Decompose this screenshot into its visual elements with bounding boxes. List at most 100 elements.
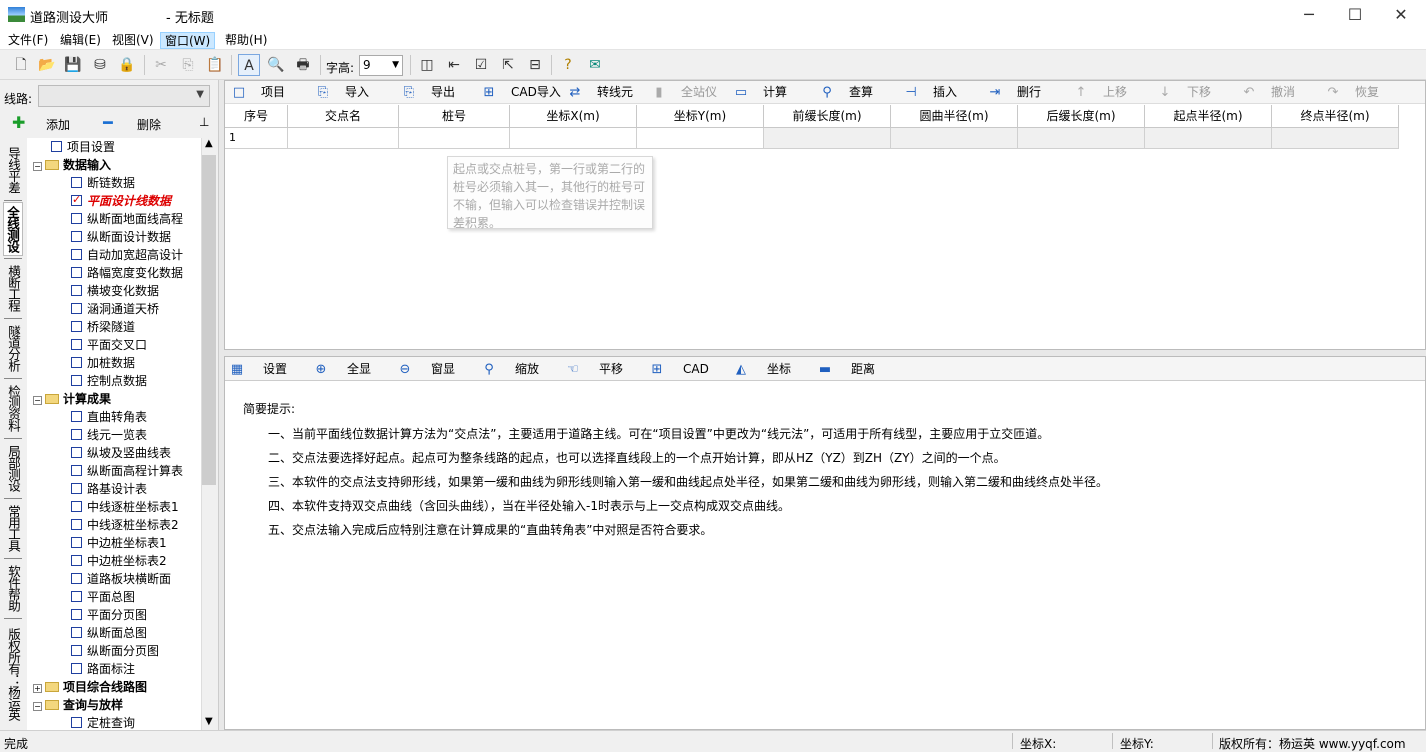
tree-item[interactable]: 平面交叉口 (71, 336, 147, 354)
tree-folder[interactable]: − 计算成果 (33, 390, 111, 408)
scroll-down-icon[interactable]: ▼ (205, 716, 213, 727)
lookup-button[interactable]: ⚲ 查算 (819, 84, 873, 101)
checkbox-icon[interactable] (71, 555, 82, 566)
calculate-button[interactable]: ▭ 计算 (733, 84, 787, 101)
mail-icon[interactable]: ✉ (584, 54, 606, 76)
tree-item[interactable]: 纵断面地面线高程 (71, 210, 183, 228)
grid-cell[interactable] (1018, 128, 1145, 149)
checkbox-icon[interactable] (71, 285, 82, 296)
grid-cell[interactable] (510, 128, 637, 149)
add-icon[interactable]: ✚ (12, 113, 25, 132)
save-icon[interactable]: 💾 (62, 54, 84, 76)
tree-item[interactable]: 中线逐桩坐标表1 (71, 498, 179, 516)
tree-item[interactable]: 加桩数据 (71, 354, 135, 372)
minimize-button[interactable]: ─ (1286, 0, 1332, 30)
tree-item[interactable]: 平面设计线数据 (71, 191, 171, 210)
open-folder-icon[interactable]: 📂 (36, 54, 58, 76)
checkbox-icon[interactable] (71, 321, 82, 332)
tree-item[interactable]: 桥梁隧道 (71, 318, 135, 336)
grid-cell[interactable] (637, 128, 764, 149)
checkbox-icon[interactable] (71, 537, 82, 548)
column-header[interactable]: 前缓长度(m) (764, 105, 891, 128)
paste-icon[interactable]: 📋 (204, 54, 226, 76)
tab-cross-section[interactable]: 横断工程 (3, 260, 23, 316)
checkbox-icon[interactable] (71, 249, 82, 260)
column-header[interactable]: 终点半径(m) (1272, 105, 1399, 128)
tree-item[interactable]: 纵断面高程计算表 (71, 462, 183, 480)
checkbox-icon[interactable] (71, 501, 82, 512)
minus-icon[interactable]: ━ (103, 113, 113, 132)
font-icon[interactable]: A (238, 54, 260, 76)
grid-cell[interactable] (891, 128, 1018, 149)
checkbox-icon[interactable] (71, 663, 82, 674)
lock-icon[interactable]: 🔒 (116, 54, 138, 76)
layout-corner-icon[interactable]: ⇱ (497, 54, 519, 76)
layout-split-icon[interactable]: ⊟ (524, 54, 546, 76)
checkbox-icon[interactable] (71, 375, 82, 386)
tree-item[interactable]: 自动加宽超高设计 (71, 246, 183, 264)
checkbox-icon[interactable] (71, 483, 82, 494)
column-header[interactable]: 序号 (225, 105, 288, 128)
menu-edit[interactable]: 编辑(E) (56, 32, 105, 49)
checkbox-icon[interactable] (71, 609, 82, 620)
coordinate-button[interactable]: ◭ 坐标 (733, 361, 791, 378)
column-header[interactable]: 后缓长度(m) (1018, 105, 1145, 128)
tab-local-survey[interactable]: 局部测设 (3, 440, 23, 496)
checkbox-icon[interactable] (71, 519, 82, 530)
menu-help[interactable]: 帮助(H) (221, 32, 271, 49)
tab-tunnel-analysis[interactable]: 隧道分析 (3, 320, 23, 376)
checkbox-icon[interactable] (71, 447, 82, 458)
menu-window[interactable]: 窗口(W) (160, 32, 216, 49)
insert-button[interactable]: ⊣ 插入 (903, 84, 957, 101)
pin-icon[interactable]: ⊥ (199, 115, 209, 129)
expand-icon[interactable]: + (33, 684, 42, 693)
checkbox-icon[interactable] (71, 627, 82, 638)
column-header[interactable]: 交点名 (288, 105, 399, 128)
tab-traverse-adjust[interactable]: 导线平差 (3, 142, 23, 198)
checkbox-icon[interactable] (71, 231, 82, 242)
tree-scroll-thumb[interactable] (202, 155, 216, 485)
layout-left-icon[interactable]: ⇤ (443, 54, 465, 76)
tree-item[interactable]: 断链数据 (71, 174, 135, 192)
column-header[interactable]: 坐标Y(m) (637, 105, 764, 128)
checkbox-icon[interactable] (71, 465, 82, 476)
tree-item[interactable]: 纵断面设计数据 (71, 228, 171, 246)
checkbox-icon[interactable] (71, 357, 82, 368)
collapse-icon[interactable]: − (33, 396, 42, 405)
database-icon[interactable]: ⛁ (89, 54, 111, 76)
export-button[interactable]: ⎘ 导出 (401, 84, 455, 101)
project-button[interactable]: □ 项目 (231, 84, 285, 101)
tree-item[interactable]: 纵断面总图 (71, 624, 147, 642)
route-select[interactable]: ▼ (38, 85, 210, 107)
move-up-button[interactable]: ↑ 上移 (1073, 84, 1127, 101)
tree-folder[interactable]: − 数据输入 (33, 156, 111, 174)
tree-folder[interactable]: + 项目综合线路图 (33, 678, 147, 696)
delete-button[interactable]: 删除 (137, 116, 161, 133)
checkbox-icon[interactable] (71, 411, 82, 422)
checkbox-icon[interactable] (71, 573, 82, 584)
grid-cell[interactable] (1145, 128, 1272, 149)
column-header[interactable]: 坐标X(m) (510, 105, 637, 128)
distance-button[interactable]: ▬ 距离 (817, 361, 875, 378)
checkbox-icon[interactable] (71, 429, 82, 440)
checkbox-icon[interactable] (51, 141, 62, 152)
grid-cell[interactable] (399, 128, 510, 149)
tree-item[interactable]: 平面分页图 (71, 606, 147, 624)
tab-copyright[interactable]: 版权所有：杨运英 (3, 622, 23, 726)
tree-item[interactable]: 中线逐桩坐标表2 (71, 516, 179, 534)
column-header[interactable]: 圆曲半径(m) (891, 105, 1018, 128)
checkbox-icon[interactable] (71, 267, 82, 278)
menu-view[interactable]: 视图(V) (108, 32, 158, 49)
tree-item[interactable]: 道路板块横断面 (71, 570, 171, 588)
cad-import-button[interactable]: ⊞ CAD导入 (481, 84, 561, 101)
settings-button[interactable]: ▦ 设置 (229, 361, 287, 378)
font-size-select[interactable]: 9 ▼ (359, 55, 403, 76)
checkbox-icon[interactable] (71, 717, 82, 728)
tree-item[interactable]: 控制点数据 (71, 372, 147, 390)
import-button[interactable]: ⎘ 导入 (315, 84, 369, 101)
tab-full-route[interactable]: 全线测设 (3, 202, 23, 256)
checked-checkbox-icon[interactable] (71, 191, 82, 209)
scroll-up-icon[interactable]: ▲ (205, 138, 213, 149)
undo-button[interactable]: ↶ 撤消 (1241, 84, 1295, 101)
tree-item[interactable]: 涵洞通道天桥 (71, 300, 159, 318)
